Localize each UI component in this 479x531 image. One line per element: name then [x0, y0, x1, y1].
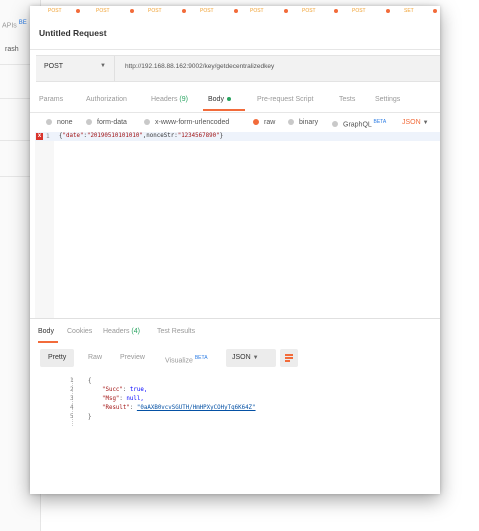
raw-button[interactable]: Raw	[80, 349, 110, 367]
unsaved-dot-icon	[386, 9, 390, 13]
code-line: 1{	[70, 378, 92, 384]
radio-raw[interactable]: raw	[253, 119, 275, 126]
preview-button[interactable]: Preview	[112, 349, 153, 367]
active-tab-indicator	[203, 109, 245, 111]
active-tab-indicator	[38, 341, 58, 343]
format-select[interactable]: JSON ▼	[402, 119, 429, 126]
unsaved-dot-icon	[130, 9, 134, 13]
response-tabs: Body Cookies Headers (4) Test Results	[30, 321, 440, 343]
tab-body[interactable]: Body	[208, 96, 231, 103]
editor-line: x 1 {"date":"20190510101010",nonceStr:"1…	[35, 132, 440, 141]
radio-form-data[interactable]: form-data	[86, 119, 127, 126]
tab-params[interactable]: Params	[39, 96, 63, 103]
unsaved-dot-icon	[182, 9, 186, 13]
code-line: 2 "Succ": true,	[70, 387, 148, 393]
tab-response-body[interactable]: Body	[38, 328, 54, 335]
headers-count: (9)	[179, 96, 188, 103]
unsaved-dot-icon	[76, 9, 80, 13]
radio-icon	[332, 121, 338, 128]
chevron-down-icon: ▼	[422, 120, 429, 126]
unsaved-dot-icon	[433, 9, 437, 13]
tab-tests[interactable]: Tests	[339, 96, 355, 103]
tab-post[interactable]: POST	[352, 8, 366, 14]
radio-selected-icon	[253, 119, 259, 125]
request-url-bar: POST ▼ http://192.168.88.162:9002/key/ge…	[36, 55, 440, 82]
pane-divider[interactable]	[30, 318, 440, 319]
unsaved-dot-icon	[234, 9, 238, 13]
tab-post[interactable]: POST	[302, 8, 316, 14]
body-type-options: none form-data x-www-form-urlencoded raw…	[30, 112, 440, 132]
beta-badge: BETA	[373, 119, 387, 125]
result-value-link[interactable]: "0aAXB0vcvSGUTH/HmHPXyCOHyTq6K64Z"	[137, 405, 256, 411]
chevron-down-icon[interactable]: ▼	[100, 63, 106, 69]
radio-icon	[86, 119, 92, 125]
tab-post[interactable]: POST	[200, 8, 214, 14]
radio-graphql[interactable]: GraphQL BETA	[332, 119, 386, 128]
error-icon: x	[36, 133, 43, 140]
radio-binary[interactable]: binary	[288, 119, 318, 126]
headers-count: (4)	[131, 328, 140, 335]
unsaved-dot-icon	[284, 9, 288, 13]
pretty-button[interactable]: Pretty	[40, 349, 75, 367]
tab-response-headers[interactable]: Headers (4)	[103, 328, 140, 335]
tab-set[interactable]: SET	[404, 8, 414, 14]
code-line: 5}	[70, 414, 92, 420]
tab-post[interactable]: POST	[96, 8, 110, 14]
request-title[interactable]: Untitled Request	[39, 28, 107, 38]
radio-icon	[288, 119, 294, 125]
tab-strip: POST POST POST POST POST POST POST SET	[30, 6, 440, 18]
tab-headers[interactable]: Headers (9)	[151, 96, 188, 103]
url-input[interactable]: http://192.168.88.162:9002/key/getdecent…	[125, 63, 274, 70]
beta-badge: BETA	[194, 355, 208, 361]
request-tabs: Params Authorization Headers (9) Body Pr…	[30, 90, 440, 113]
visualize-button[interactable]: Visualize BETA	[157, 349, 216, 367]
request-window: POST POST POST POST POST POST POST SET U…	[30, 6, 440, 494]
sidebar-item[interactable]: rash	[5, 46, 19, 53]
response-toolbar: Pretty Raw Preview Visualize BETA JSON ▼	[36, 349, 440, 367]
method-select[interactable]: POST	[44, 63, 63, 70]
chevron-down-icon: ▼	[252, 355, 259, 361]
radio-icon	[46, 119, 52, 125]
wrap-lines-icon[interactable]	[280, 349, 298, 367]
code-line: 3 "Msg": null,	[70, 396, 144, 402]
tab-post[interactable]: POST	[250, 8, 264, 14]
radio-urlencoded[interactable]: x-www-form-urlencoded	[144, 119, 229, 126]
tab-pre-request-script[interactable]: Pre-request Script	[257, 96, 313, 103]
code-line: {"date":"20190510101010",nonceStr:"12345…	[59, 133, 224, 139]
sidebar-apis-label: APIs BE	[2, 20, 27, 30]
tab-cookies[interactable]: Cookies	[67, 328, 92, 335]
active-dot-icon	[226, 97, 231, 102]
tab-post[interactable]: POST	[48, 8, 62, 14]
separator	[114, 56, 115, 81]
line-number: 1	[46, 133, 50, 140]
radio-none[interactable]: none	[46, 119, 73, 126]
editor-gutter	[35, 141, 54, 318]
unsaved-dot-icon	[334, 9, 338, 13]
tab-post[interactable]: POST	[148, 8, 162, 14]
response-body-viewer[interactable]: 1{ 2 "Succ": true, 3 "Msg": null, 4 "Res…	[70, 378, 440, 438]
tab-authorization[interactable]: Authorization	[86, 96, 127, 103]
tab-settings[interactable]: Settings	[375, 96, 400, 103]
code-line: 4 "Result": "0aAXB0vcvSGUTH/HmHPXyCOHyTq…	[70, 405, 256, 411]
tab-test-results[interactable]: Test Results	[157, 328, 195, 335]
request-body-editor[interactable]: x 1 {"date":"20190510101010",nonceStr:"1…	[35, 132, 440, 318]
response-format-select[interactable]: JSON ▼	[226, 349, 276, 367]
radio-icon	[144, 119, 150, 125]
